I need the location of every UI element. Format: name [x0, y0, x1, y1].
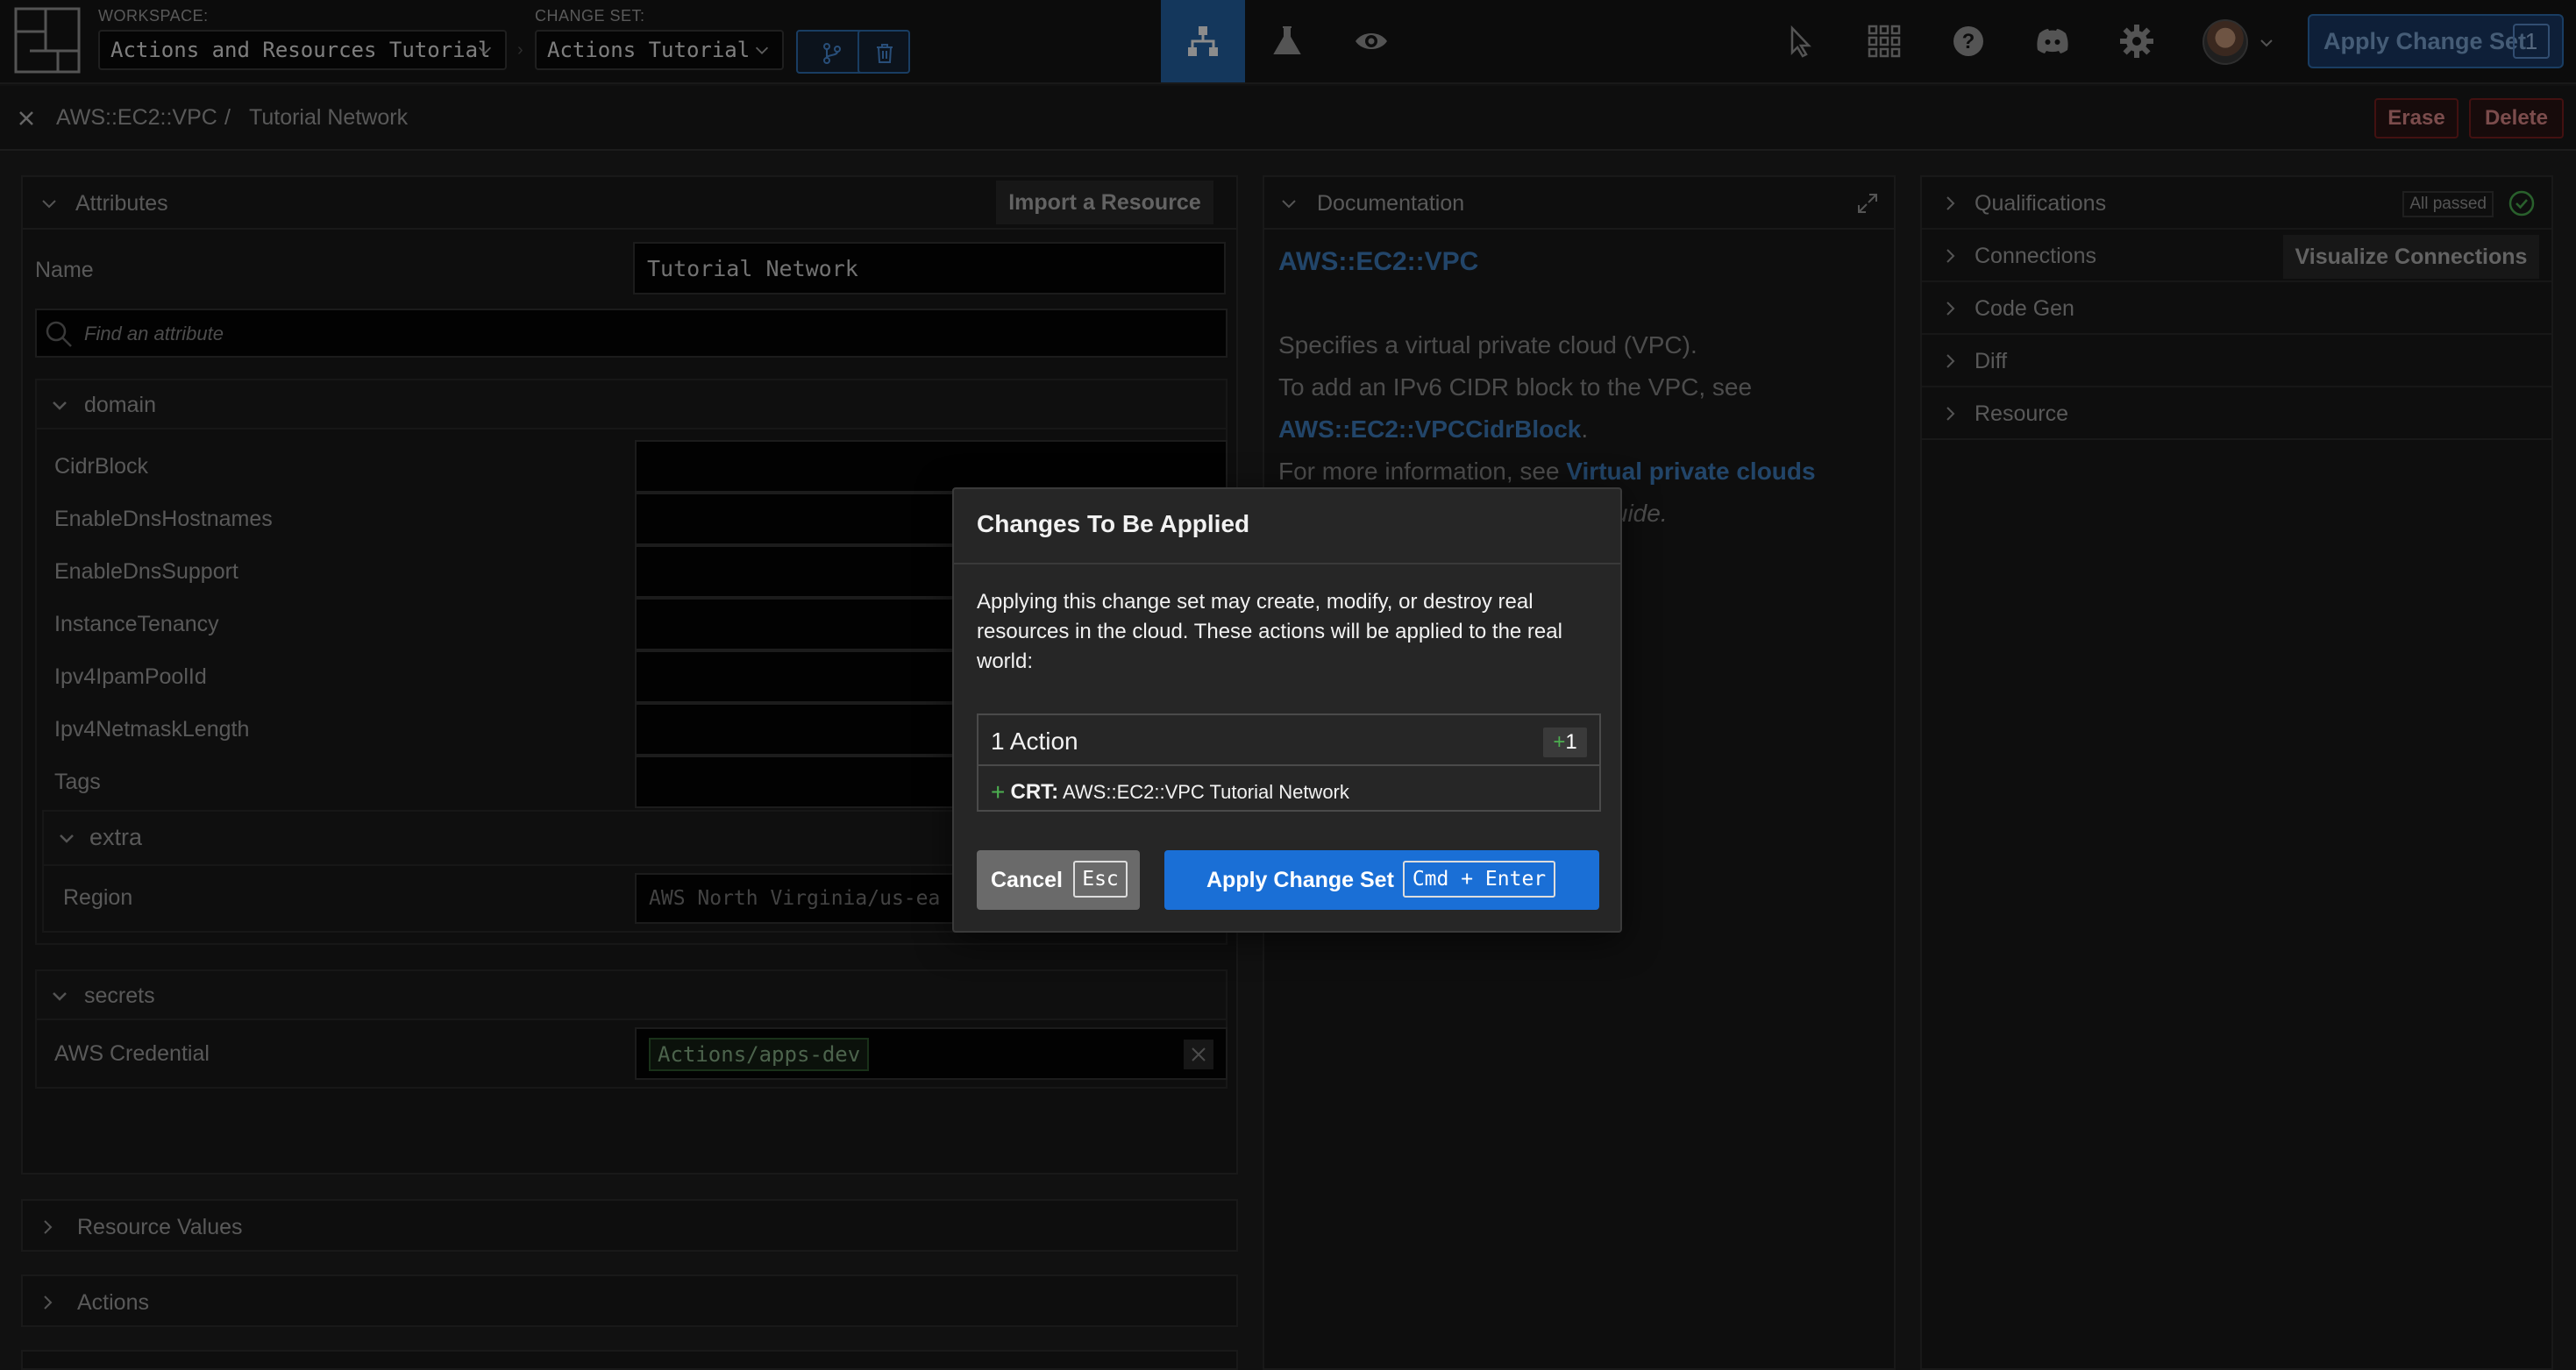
action-count-label: 1 Action	[991, 728, 1078, 755]
modal-title: Changes To Be Applied	[977, 510, 1250, 537]
action-create-badge: +1	[1543, 728, 1587, 757]
list-item: + CRT: AWS::EC2::VPC Tutorial Network	[991, 778, 1349, 806]
plus-icon: +	[991, 778, 1006, 806]
modal-body-text: Applying this change set may create, mod…	[977, 590, 1562, 673]
action-list: 1 Action +1 + CRT: AWS::EC2::VPC Tutoria…	[977, 713, 1601, 812]
action-kind: CRT:	[1010, 780, 1059, 804]
confirm-apply-label: Apply Change Set	[1206, 868, 1394, 892]
modal-header: Changes To Be Applied	[954, 489, 1620, 564]
apply-changes-modal: Changes To Be Applied Applying this chan…	[952, 487, 1622, 933]
confirm-apply-button[interactable]: Apply Change Set Cmd + Enter	[1164, 850, 1599, 910]
action-list-header: 1 Action +1	[978, 715, 1599, 766]
cancel-button[interactable]: Cancel Esc	[977, 850, 1140, 910]
cancel-label: Cancel	[991, 868, 1063, 892]
action-target: AWS::EC2::VPC Tutorial Network	[1063, 781, 1349, 803]
cancel-shortcut: Esc	[1073, 861, 1128, 898]
plus-icon: +	[1553, 730, 1566, 754]
confirm-apply-shortcut: Cmd + Enter	[1403, 861, 1555, 898]
action-create-count: 1	[1565, 730, 1577, 754]
